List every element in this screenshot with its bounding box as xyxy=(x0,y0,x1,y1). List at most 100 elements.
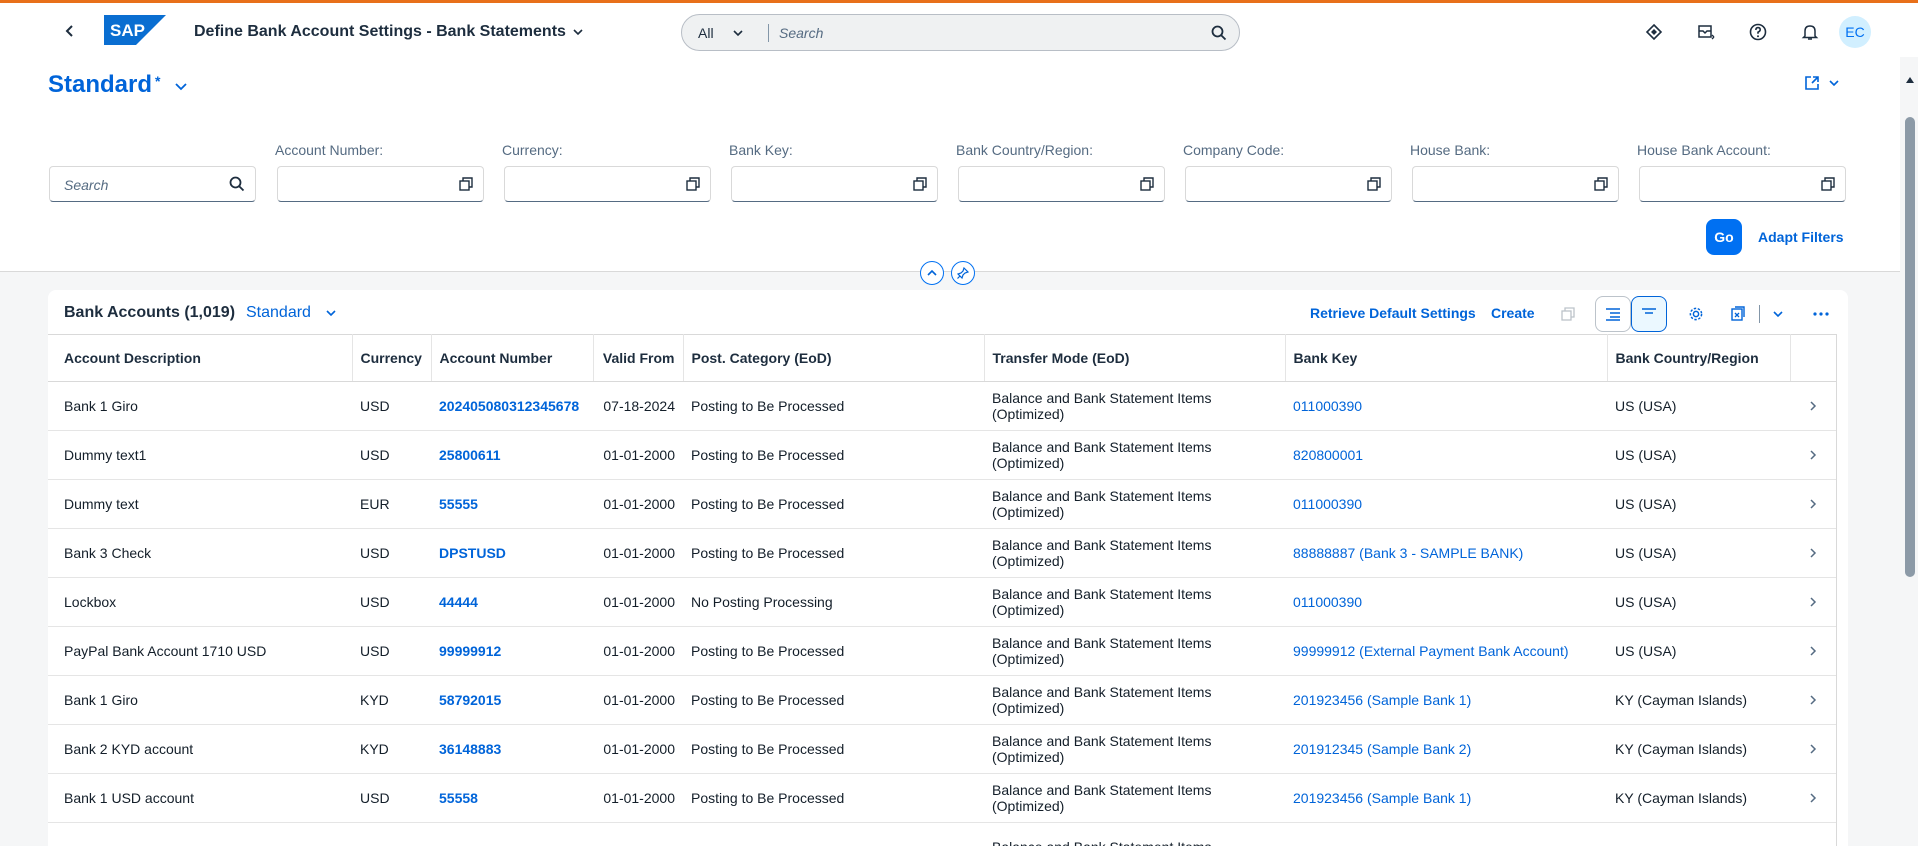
row-navigation[interactable] xyxy=(1790,822,1836,846)
row-navigation[interactable] xyxy=(1790,381,1836,431)
column-header-valid-from[interactable]: Valid From xyxy=(593,334,684,382)
cell-account-description: PayPal Bank Account 1710 USD xyxy=(48,626,352,676)
value-help-icon[interactable] xyxy=(459,177,473,191)
cell-account-number-link[interactable]: 44444 xyxy=(431,577,593,627)
row-navigation[interactable] xyxy=(1790,479,1836,529)
table-row[interactable]: Bank 1 Giro USD 202405080312345678 07-18… xyxy=(48,381,1836,431)
table-row[interactable]: PayPal Bank Account 1710 USD USD 9999991… xyxy=(48,626,1836,676)
table-row[interactable]: Dummy text1 USD 25800611 01-01-2000 Post… xyxy=(48,430,1836,480)
scroll-up-icon[interactable] xyxy=(1906,77,1914,83)
chevron-down-icon xyxy=(732,29,743,36)
filter-bank-key-input[interactable] xyxy=(731,166,938,202)
cell-currency: KYD xyxy=(352,724,431,774)
more-options-button[interactable] xyxy=(1803,296,1839,332)
basic-search-input[interactable]: Search xyxy=(49,166,256,202)
cell-account-description: Bank 1 USD account xyxy=(48,773,352,823)
inbox-icon[interactable] xyxy=(1694,20,1718,44)
search-icon[interactable] xyxy=(1199,25,1239,41)
table-row[interactable]: Dummy text EUR 55555 01-01-2000 Posting … xyxy=(48,479,1836,529)
column-header-bank-key[interactable]: Bank Key xyxy=(1285,334,1608,382)
cell-account-number-link[interactable]: 25800611 xyxy=(431,430,593,480)
column-header-bank-country[interactable]: Bank Country/Region xyxy=(1607,334,1791,382)
cell-account-number-link[interactable]: 55555 xyxy=(431,479,593,529)
retrieve-default-settings-button[interactable]: Retrieve Default Settings xyxy=(1310,305,1476,321)
filter-account-number-input[interactable] xyxy=(277,166,484,202)
condensed-view-button[interactable] xyxy=(1595,296,1631,332)
table-row[interactable]: Lockbox USD 44444 01-01-2000 No Posting … xyxy=(48,577,1836,627)
cell-bank-key-link[interactable]: 011000390 xyxy=(1285,479,1607,529)
cell-bank-key-link[interactable]: 011000390 xyxy=(1285,577,1607,627)
cell-account-number-link[interactable]: DPSTUSD xyxy=(431,528,593,578)
cell-bank-country: KY (Cayman Islands) xyxy=(1607,724,1790,774)
column-header-transfer-mode[interactable]: Transfer Mode (EoD) xyxy=(984,334,1286,382)
cell-account-number-link[interactable] xyxy=(431,822,593,846)
filter-bank-country-input[interactable] xyxy=(958,166,1165,202)
cell-account-number-link[interactable]: 202405080312345678 xyxy=(431,381,593,431)
back-button[interactable] xyxy=(58,19,82,43)
value-help-icon[interactable] xyxy=(1140,177,1154,191)
variant-management[interactable]: Standard * xyxy=(48,71,188,99)
export-menu-button[interactable] xyxy=(1760,296,1796,332)
table-settings-button[interactable] xyxy=(1678,296,1714,332)
cell-bank-key-link[interactable]: 011000390 xyxy=(1285,381,1607,431)
collapse-header-button[interactable] xyxy=(920,261,944,285)
table-row[interactable]: Bank 1 USD account USD 55558 01-01-2000 … xyxy=(48,773,1836,823)
row-navigation[interactable] xyxy=(1790,724,1836,774)
table-row[interactable]: Bank 2 KYD account KYD 36148883 01-01-20… xyxy=(48,724,1836,774)
row-navigation[interactable] xyxy=(1790,430,1836,480)
row-navigation[interactable] xyxy=(1790,626,1836,676)
column-header-posting-category[interactable]: Post. Category (EoD) xyxy=(683,334,985,382)
bell-icon[interactable] xyxy=(1798,20,1822,44)
help-icon[interactable] xyxy=(1746,20,1770,44)
scrollbar-thumb[interactable] xyxy=(1905,117,1915,577)
value-help-icon[interactable] xyxy=(1594,177,1608,191)
cell-bank-key-link[interactable]: 820800001 xyxy=(1285,430,1607,480)
expanded-view-button[interactable] xyxy=(1631,296,1667,332)
search-input[interactable]: Search xyxy=(769,25,1199,41)
adapt-filters-button[interactable]: Adapt Filters xyxy=(1758,229,1844,245)
joule-diamond-icon[interactable] xyxy=(1642,20,1666,44)
cell-bank-key-link[interactable]: 201923456 (Sample Bank 1) xyxy=(1285,675,1607,725)
table-variant-select[interactable]: Standard xyxy=(246,304,337,322)
column-header-currency[interactable]: Currency xyxy=(352,334,432,382)
cell-account-number-link[interactable]: 55558 xyxy=(431,773,593,823)
go-button[interactable]: Go xyxy=(1706,219,1742,255)
table-row[interactable]: Balance and Bank Statement Items xyxy=(48,822,1836,846)
column-header-account-description[interactable]: Account Description xyxy=(48,334,353,382)
export-button[interactable] xyxy=(1720,296,1756,332)
filter-company-code-input[interactable] xyxy=(1185,166,1392,202)
search-scope-select[interactable]: All xyxy=(682,15,768,50)
share-menu-button[interactable] xyxy=(1804,75,1840,91)
create-button[interactable]: Create xyxy=(1491,305,1535,321)
table-row[interactable]: Bank 1 Giro KYD 58792015 01-01-2000 Post… xyxy=(48,675,1836,725)
cell-bank-key-link[interactable]: 88888887 (Bank 3 - SAMPLE BANK) xyxy=(1285,528,1607,578)
table-row[interactable]: Bank 3 Check USD DPSTUSD 01-01-2000 Post… xyxy=(48,528,1836,578)
user-avatar[interactable]: EC xyxy=(1839,16,1871,48)
app-title[interactable]: Define Bank Account Settings - Bank Stat… xyxy=(194,23,584,41)
copy-button[interactable] xyxy=(1550,296,1586,332)
page-scrollbar[interactable] xyxy=(1902,57,1918,846)
cell-account-number-link[interactable]: 58792015 xyxy=(431,675,593,725)
filter-house-bank-input[interactable] xyxy=(1412,166,1619,202)
row-navigation[interactable] xyxy=(1790,577,1836,627)
cell-bank-key-link[interactable] xyxy=(1285,822,1607,846)
cell-bank-key-link[interactable]: 201912345 (Sample Bank 2) xyxy=(1285,724,1607,774)
row-navigation[interactable] xyxy=(1790,528,1836,578)
row-navigation[interactable] xyxy=(1790,675,1836,725)
search-icon[interactable] xyxy=(229,176,245,192)
filter-house-bank-account-input[interactable] xyxy=(1639,166,1846,202)
cell-account-number-link[interactable]: 36148883 xyxy=(431,724,593,774)
value-help-icon[interactable] xyxy=(1821,177,1835,191)
cell-bank-key-link[interactable]: 99999912 (External Payment Bank Account) xyxy=(1285,626,1607,676)
row-navigation[interactable] xyxy=(1790,773,1836,823)
cell-account-number-link[interactable]: 99999912 xyxy=(431,626,593,676)
cell-bank-key-link[interactable]: 201923456 (Sample Bank 1) xyxy=(1285,773,1607,823)
value-help-icon[interactable] xyxy=(913,177,927,191)
pin-header-button[interactable] xyxy=(951,261,975,285)
value-help-icon[interactable] xyxy=(1367,177,1381,191)
filter-label-account-number: Account Number: xyxy=(275,142,384,158)
sap-logo[interactable]: SAP xyxy=(104,15,166,45)
column-header-account-number[interactable]: Account Number xyxy=(431,334,594,382)
filter-currency-input[interactable] xyxy=(504,166,711,202)
value-help-icon[interactable] xyxy=(686,177,700,191)
